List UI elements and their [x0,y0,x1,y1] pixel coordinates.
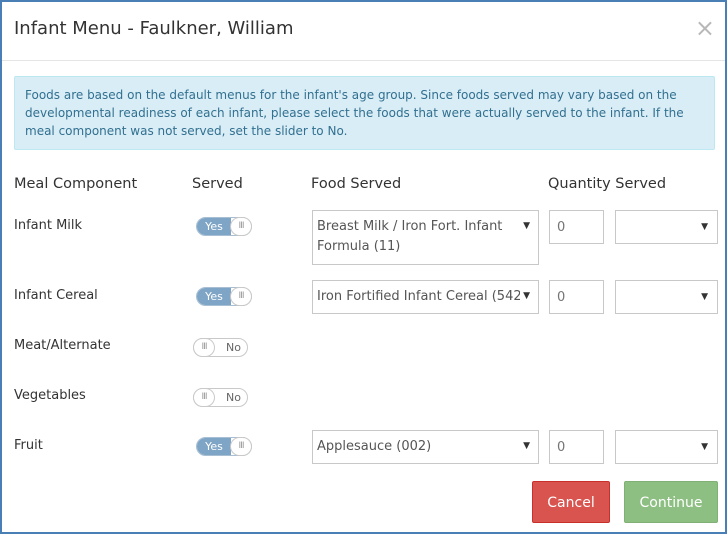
header-served: Served [192,176,243,192]
header-food-served: Food Served [311,176,402,192]
continue-button[interactable]: Continue [624,481,718,523]
served-toggle-infant-milk[interactable]: Yes III [196,217,252,236]
infant-menu-dialog: Infant Menu - Faulkner, William × Foods … [0,0,727,534]
food-select-value: Applesauce (002) [317,439,432,454]
food-select-value: Breast Milk / Iron Fort. Infant Formula … [317,219,503,254]
toggle-knob: III [194,339,214,356]
chevron-down-icon: ▼ [523,441,530,451]
toggle-yes-label: Yes [197,288,231,305]
served-toggle-infant-cereal[interactable]: Yes III [196,287,252,306]
close-icon[interactable]: × [695,16,715,40]
toggle-knob: III [231,218,251,235]
chevron-down-icon: ▼ [701,292,708,302]
chevron-down-icon: ▼ [701,442,708,452]
served-toggle-meat-alternate[interactable]: III No [193,338,248,357]
cancel-button[interactable]: Cancel [532,481,610,523]
served-toggle-fruit[interactable]: Yes III [196,437,252,456]
food-select-value: Iron Fortified Infant Cereal (542) [317,289,520,304]
row-label-meat-alternate: Meat/Alternate [14,338,111,353]
toggle-no-label: No [226,341,241,354]
toggle-yes-label: Yes [197,218,231,235]
header-meal-component: Meal Component [14,176,138,192]
toggle-knob: III [194,389,214,406]
food-select-infant-milk[interactable]: Breast Milk / Iron Fort. Infant Formula … [312,210,539,265]
row-label-infant-milk: Infant Milk [14,218,83,233]
row-label-infant-cereal: Infant Cereal [14,288,98,303]
food-select-infant-cereal[interactable]: Iron Fortified Infant Cereal (542) ▼ [312,280,539,314]
toggle-knob: III [231,438,251,455]
row-label-fruit: Fruit [14,438,43,453]
row-label-vegetables: Vegetables [14,388,86,403]
quantity-input-infant-milk[interactable] [549,210,604,244]
unit-select-infant-cereal[interactable]: ▼ [615,280,718,314]
header-quantity-served: Quantity Served [548,176,667,192]
chevron-down-icon: ▼ [523,291,530,301]
dialog-header: Infant Menu - Faulkner, William × [2,2,725,61]
toggle-yes-label: Yes [197,438,231,455]
unit-select-fruit[interactable]: ▼ [615,430,718,464]
quantity-input-infant-cereal[interactable] [549,280,604,314]
chevron-down-icon: ▼ [701,222,708,232]
info-alert: Foods are based on the default menus for… [14,76,715,150]
unit-select-infant-milk[interactable]: ▼ [615,210,718,244]
toggle-no-label: No [226,391,241,404]
served-toggle-vegetables[interactable]: III No [193,388,248,407]
chevron-down-icon: ▼ [523,221,530,231]
quantity-input-fruit[interactable] [549,430,604,464]
dialog-title: Infant Menu - Faulkner, William [14,18,294,39]
toggle-knob: III [231,288,251,305]
food-select-fruit[interactable]: Applesauce (002) ▼ [312,430,539,464]
